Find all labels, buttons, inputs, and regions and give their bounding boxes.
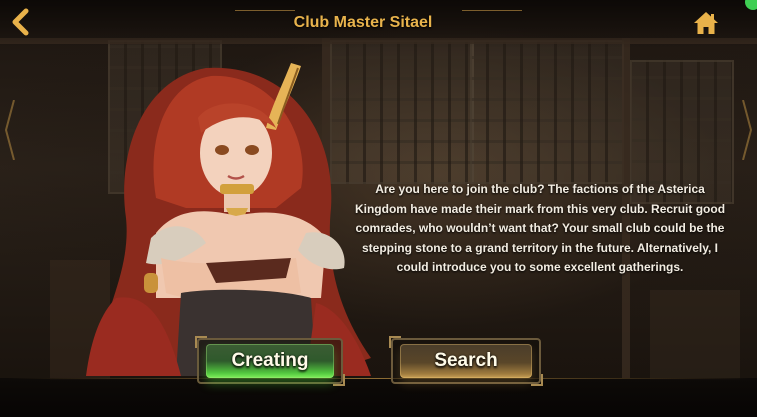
dialog-text: Are you here to join the club? The facti…	[354, 182, 726, 274]
back-button[interactable]	[8, 8, 36, 36]
right-frame-ornament-icon	[742, 100, 753, 160]
search-button[interactable]: Search	[389, 336, 543, 386]
creating-button-label: Creating	[206, 344, 334, 378]
background-window	[470, 40, 624, 184]
frame-corner	[333, 374, 345, 386]
home-icon	[694, 12, 718, 34]
search-button-label: Search	[400, 344, 532, 378]
background-furniture	[650, 290, 740, 380]
title-ornament-left	[235, 0, 295, 11]
club-master-portrait	[86, 63, 371, 376]
bottom-bar	[0, 378, 757, 417]
back-arrow-icon	[12, 8, 29, 36]
left-frame-ornament-icon	[4, 100, 15, 160]
page-title: Club Master Sitael	[293, 14, 433, 31]
title-ornament-right	[462, 0, 522, 11]
home-button[interactable]	[692, 10, 720, 36]
creating-button[interactable]: Creating	[195, 336, 345, 386]
frame-corner	[531, 374, 543, 386]
bottom-divider	[8, 378, 749, 379]
